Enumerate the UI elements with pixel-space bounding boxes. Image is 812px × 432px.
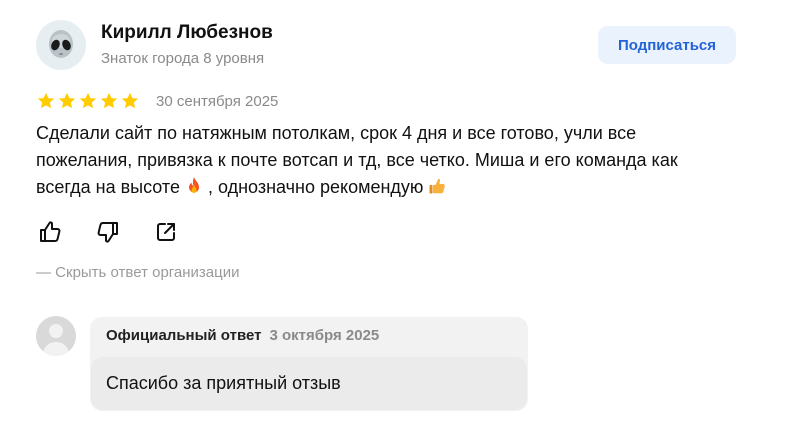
- org-reply-date: 3 октября 2025: [269, 327, 380, 344]
- org-reply-label: Официальный ответ: [106, 327, 262, 344]
- star-icon: [37, 92, 55, 109]
- org-reply-text: Спасибо за приятный отзыв: [106, 373, 341, 393]
- org-reply-box: Официальный ответ 3 октября 2025 Спасибо …: [90, 317, 528, 411]
- alien-face-icon: [49, 30, 73, 58]
- author-name[interactable]: Кирилл Любезнов: [101, 22, 273, 44]
- rating-stars: [36, 91, 140, 111]
- subscribe-button[interactable]: Подписаться: [598, 26, 736, 64]
- hide-org-reply-link[interactable]: — Скрыть ответ организации: [36, 264, 240, 281]
- star-icon: [58, 92, 76, 109]
- author-avatar[interactable]: [36, 20, 86, 70]
- dislike-icon[interactable]: [94, 218, 122, 246]
- star-icon: [79, 92, 97, 109]
- review-date: 30 сентября 2025: [156, 92, 279, 110]
- review-card: Кирилл Любезнов Знаток города 8 уровня П…: [0, 0, 812, 432]
- star-icon: [100, 92, 118, 109]
- share-icon[interactable]: [152, 218, 180, 246]
- organization-avatar-icon: [42, 324, 70, 356]
- org-reply-header: Официальный ответ 3 октября 2025: [106, 327, 379, 344]
- author-status: Знаток города 8 уровня: [101, 50, 265, 67]
- review-actions: [36, 218, 180, 246]
- organization-avatar: [36, 316, 76, 356]
- thumbs-up-emoji-icon: [429, 178, 446, 194]
- rating-row: 30 сентября 2025: [36, 90, 278, 112]
- fire-emoji-icon: [188, 177, 199, 193]
- star-icon: [121, 92, 139, 109]
- review-text: Сделали сайт по натяжным потолкам, срок …: [36, 120, 736, 201]
- review-text-part2: , однозначно рекомендую: [202, 177, 429, 197]
- org-reply-body: Спасибо за приятный отзыв: [91, 357, 527, 410]
- like-icon[interactable]: [36, 218, 64, 246]
